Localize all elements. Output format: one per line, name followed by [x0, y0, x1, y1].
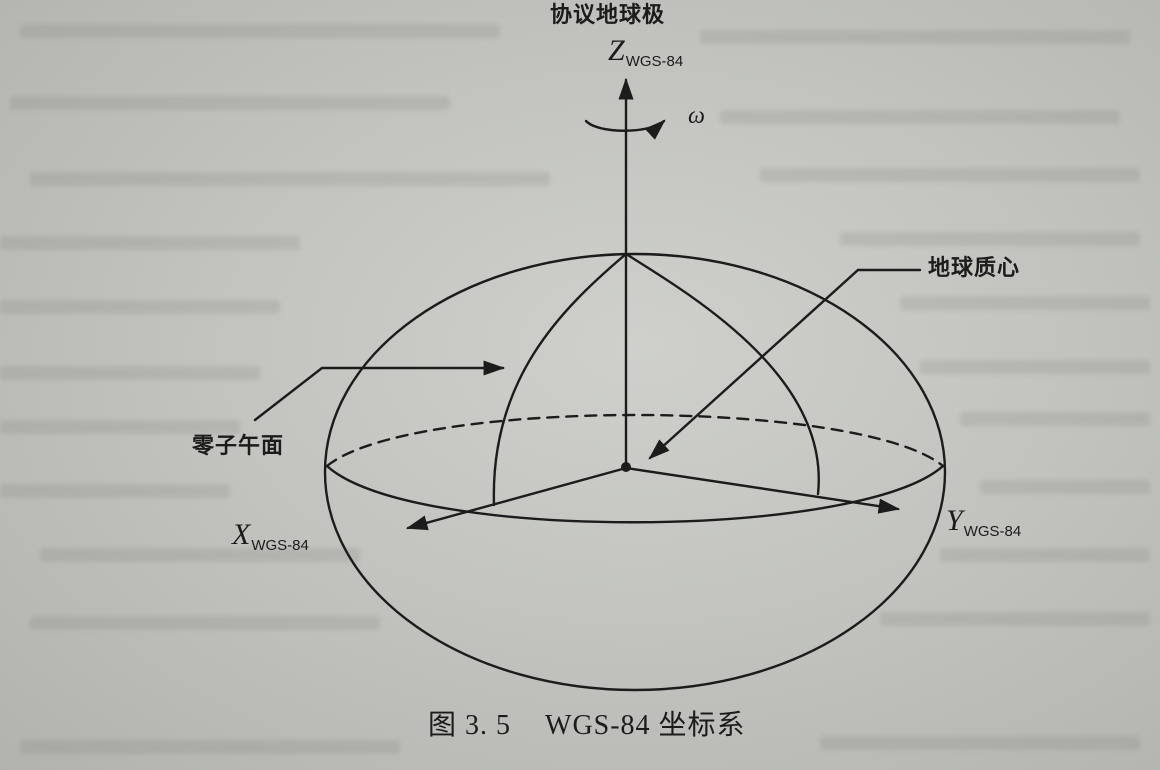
equator-back [325, 413, 945, 468]
x-axis-subscript: WGS-84 [251, 537, 309, 554]
zero-meridian-label: 零子午面 [192, 434, 285, 459]
caption-title: WGS-84 坐标系 [545, 710, 746, 741]
center-of-mass-leader [648, 268, 922, 460]
z-axis-label: ZWGS-84 [608, 34, 684, 70]
omega-label: ω [688, 103, 705, 129]
meridian-arc-x [492, 252, 628, 507]
y-axis-label: YWGS-84 [946, 504, 1022, 540]
y-axis-subscript: WGS-84 [963, 523, 1022, 540]
earth-center-dot [621, 462, 631, 472]
y-axis-letter: Y [946, 504, 963, 537]
wgs84-diagram [253, 77, 947, 692]
z-axis-letter: Z [608, 34, 625, 67]
center-of-mass-label: 地球质心 [928, 256, 1021, 281]
earth-ellipsoid [323, 252, 947, 692]
y-axis [624, 466, 901, 514]
figure-caption: 图 3. 5 WGS-84 坐标系 [428, 712, 746, 740]
pole-label: 协议地球极 [550, 3, 666, 28]
zero-meridian-leader [253, 360, 506, 422]
meridian-arc-y [624, 252, 820, 496]
z-axis-subscript: WGS-84 [625, 53, 684, 70]
caption-number: 图 3. 5 [428, 710, 512, 741]
x-axis-letter: X [232, 518, 251, 551]
x-axis [405, 466, 628, 531]
equator-front [325, 464, 945, 524]
figure-page: 协议地球极 ZWGS-84 ω 地球质心 零子午面 XWGS-84 YWGS-8… [0, 0, 1160, 770]
x-axis-label: XWGS-84 [232, 518, 309, 554]
